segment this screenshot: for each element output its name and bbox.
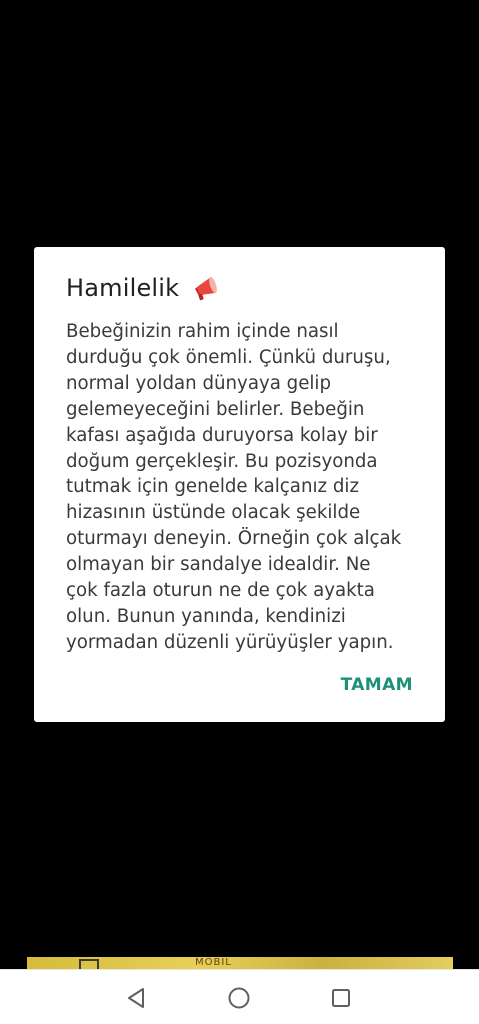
banner-text: MOBİL: [195, 957, 232, 968]
app-screen: Hamilelik Bebeğinizin rahim içinde nasıl…: [0, 0, 479, 1024]
ad-banner[interactable]: MOBİL: [27, 957, 453, 969]
megaphone-icon: [191, 273, 221, 303]
home-circle-icon[interactable]: [227, 986, 251, 1010]
recents-square-icon[interactable]: [329, 986, 353, 1010]
info-dialog: Hamilelik Bebeğinizin rahim içinde nasıl…: [34, 247, 445, 722]
banner-logo-icon: [79, 959, 99, 969]
system-navigation-bar: [0, 969, 479, 1024]
dialog-message: Bebeğinizin rahim içinde nasıl durduğu ç…: [66, 321, 402, 653]
dialog-title: Hamilelik: [66, 274, 180, 302]
back-triangle-icon[interactable]: [125, 986, 149, 1010]
dialog-header: Hamilelik: [66, 273, 221, 303]
confirm-button[interactable]: TAMAM: [341, 673, 413, 697]
